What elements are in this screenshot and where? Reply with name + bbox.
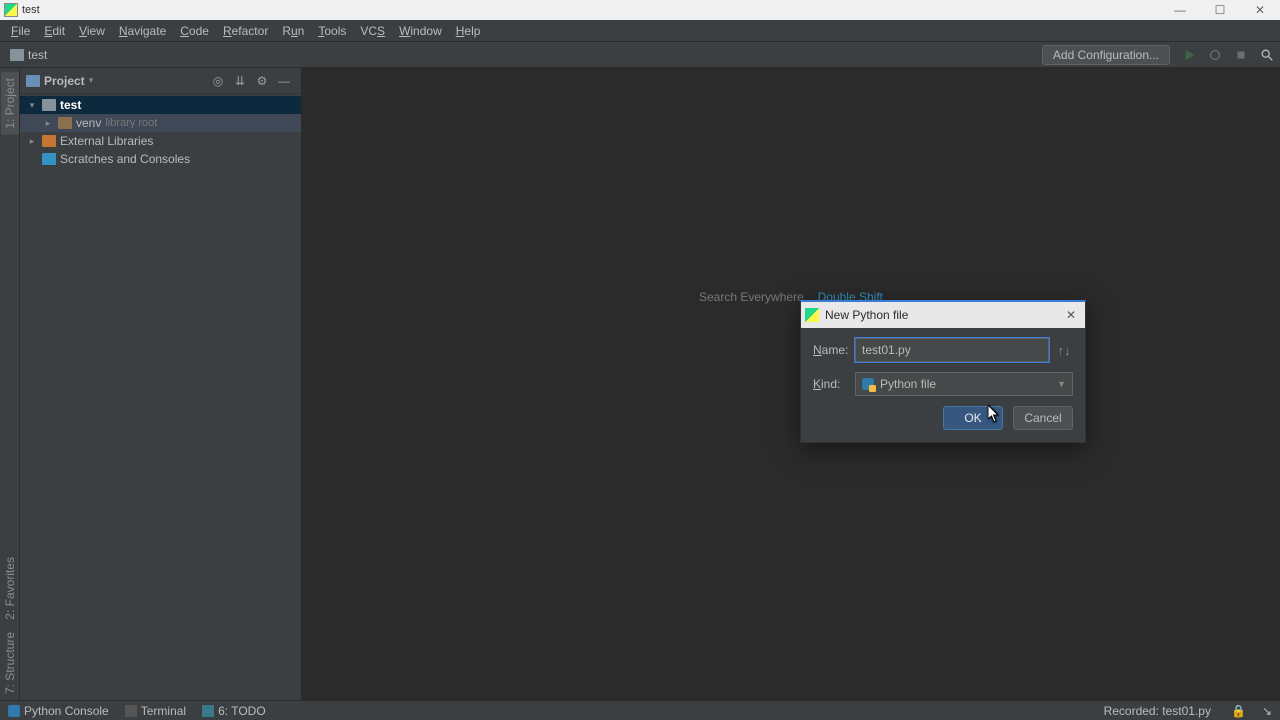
tab-structure-label: 7: Structure — [3, 632, 17, 694]
menu-tools[interactable]: Tools — [311, 22, 353, 40]
editor-area: Search Everywhere Double Shift New Pytho… — [302, 68, 1280, 700]
python-icon — [8, 705, 20, 717]
menu-refactor[interactable]: Refactor — [216, 22, 275, 40]
menu-help[interactable]: Help — [449, 22, 488, 40]
project-header: Project ▾ ◎ ⇊ ⚙ — — [20, 68, 301, 94]
project-tree: ▾ test ▸ venv library root ▸ External Li… — [20, 94, 301, 700]
collapse-icon[interactable]: ⇊ — [231, 72, 249, 90]
pycharm-icon — [805, 308, 819, 322]
breadcrumb-root[interactable]: test — [28, 48, 47, 62]
name-input[interactable] — [855, 338, 1049, 362]
add-configuration-button[interactable]: Add Configuration... — [1042, 45, 1170, 65]
tree-external-libraries[interactable]: ▸ External Libraries — [20, 132, 301, 150]
new-python-file-dialog: New Python file ✕ Name: ↑↓ Kind: Python … — [800, 300, 1086, 443]
hint-search-label: Search Everywhere — [699, 290, 804, 304]
folder-icon — [58, 117, 72, 129]
terminal-tab[interactable]: Terminal — [125, 704, 186, 718]
project-title[interactable]: Project — [44, 74, 85, 88]
navbar: test Add Configuration... — [0, 42, 1280, 68]
kind-label: Kind: — [813, 377, 855, 391]
tree-scratches[interactable]: Scratches and Consoles — [20, 150, 301, 168]
expand-arrow-icon[interactable]: ▾ — [26, 100, 38, 111]
tree-ext-label: External Libraries — [60, 134, 153, 148]
locate-icon[interactable]: ◎ — [209, 72, 227, 90]
tree-venv-label: venv — [76, 116, 101, 130]
close-button[interactable]: ✕ — [1240, 0, 1280, 20]
tab-project-label: 1: Project — [3, 78, 17, 129]
recording-label: Recorded: test01.py — [1104, 704, 1211, 718]
python-console-label: Python Console — [24, 704, 109, 718]
terminal-label: Terminal — [141, 704, 186, 718]
left-tool-gutter: 1: Project 2: Favorites 7: Structure — [0, 68, 20, 700]
goto-icon[interactable]: ↘ — [1262, 704, 1272, 718]
tab-favorites[interactable]: 2: Favorites — [1, 551, 19, 626]
stop-icon[interactable] — [1232, 46, 1250, 64]
name-label: Name: — [813, 343, 855, 357]
kind-value: Python file — [880, 377, 936, 391]
todo-label: 6: TODO — [218, 704, 266, 718]
todo-tab[interactable]: 6: TODO — [202, 704, 266, 718]
os-titlebar: test — ☐ ✕ — [0, 0, 1280, 20]
tree-root[interactable]: ▾ test — [20, 96, 301, 114]
expand-arrow-icon[interactable]: ▸ — [26, 136, 38, 147]
library-icon — [42, 135, 56, 147]
hide-icon[interactable]: — — [275, 72, 293, 90]
terminal-icon — [125, 705, 137, 717]
sort-icon[interactable]: ↑↓ — [1055, 343, 1073, 358]
lock-icon[interactable]: 🔒 — [1231, 704, 1246, 718]
dialog-title: New Python file — [825, 308, 1061, 322]
search-icon[interactable] — [1258, 46, 1276, 64]
app-icon — [4, 3, 18, 17]
tree-root-label: test — [60, 98, 81, 112]
window-title: test — [22, 4, 1160, 16]
ok-button[interactable]: OK — [943, 406, 1003, 430]
tab-structure[interactable]: 7: Structure — [1, 626, 19, 700]
maximize-button[interactable]: ☐ — [1200, 0, 1240, 20]
dialog-close-button[interactable]: ✕ — [1061, 308, 1081, 322]
debug-icon[interactable] — [1206, 46, 1224, 64]
menu-code[interactable]: Code — [173, 22, 216, 40]
run-icon[interactable] — [1180, 46, 1198, 64]
python-console-tab[interactable]: Python Console — [8, 704, 109, 718]
kind-select[interactable]: Python file ▼ — [855, 372, 1073, 396]
expand-arrow-icon[interactable]: ▸ — [42, 118, 54, 129]
menu-edit[interactable]: Edit — [37, 22, 72, 40]
recording-indicator[interactable]: Recorded: test01.py — [1104, 704, 1211, 718]
tree-scratches-label: Scratches and Consoles — [60, 152, 190, 166]
tab-favorites-label: 2: Favorites — [3, 557, 17, 620]
gear-icon[interactable]: ⚙ — [253, 72, 271, 90]
menu-view[interactable]: View — [72, 22, 112, 40]
cancel-button[interactable]: Cancel — [1013, 406, 1073, 430]
menu-navigate[interactable]: Navigate — [112, 22, 173, 40]
bottom-toolbar: Python Console Terminal 6: TODO Recorded… — [0, 700, 1280, 720]
dialog-titlebar[interactable]: New Python file ✕ — [801, 302, 1085, 328]
scratches-icon — [42, 153, 56, 165]
folder-icon — [42, 99, 56, 111]
menubar: File Edit View Navigate Code Refactor Ru… — [0, 20, 1280, 42]
menu-file[interactable]: File — [4, 22, 37, 40]
tab-project[interactable]: 1: Project — [1, 72, 19, 135]
chevron-down-icon: ▼ — [1057, 379, 1066, 389]
tree-venv-hint: library root — [105, 117, 157, 129]
tree-venv[interactable]: ▸ venv library root — [20, 114, 301, 132]
project-sidebar: Project ▾ ◎ ⇊ ⚙ — ▾ test ▸ venv library … — [20, 68, 302, 700]
minimize-button[interactable]: — — [1160, 0, 1200, 20]
python-file-icon — [862, 378, 874, 390]
menu-run[interactable]: Run — [275, 22, 311, 40]
folder-icon — [10, 49, 24, 61]
project-icon — [26, 75, 40, 87]
todo-icon — [202, 705, 214, 717]
menu-vcs[interactable]: VCS — [353, 22, 392, 40]
menu-window[interactable]: Window — [392, 22, 449, 40]
chevron-down-icon[interactable]: ▾ — [89, 75, 94, 86]
